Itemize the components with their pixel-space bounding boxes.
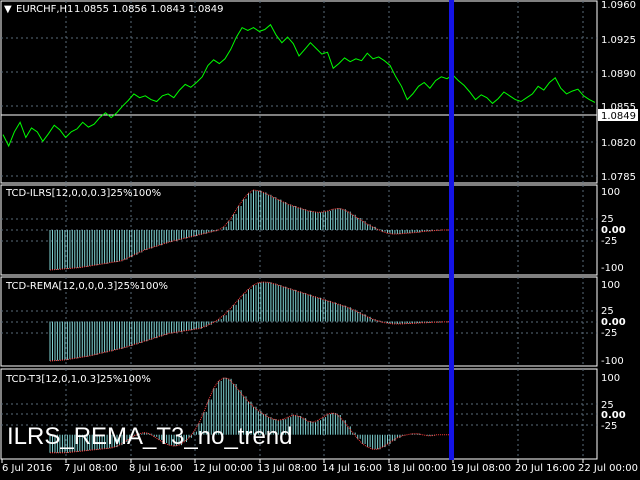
rema-tick: 25 — [601, 306, 614, 317]
time-tick: 14 Jul 16:00 — [322, 463, 382, 474]
terminal-chart-window[interactable]: ▼ EURCHF,H1 1.0855 1.0856 1.0843 1.0849 … — [0, 0, 640, 480]
symbol-timeframe: EURCHF,H1 — [16, 4, 73, 15]
ilrs-tick: 25 — [601, 214, 614, 225]
ohlc-values: 1.0855 1.0856 1.0843 1.0849 — [74, 4, 224, 15]
rema-tick: 100 — [601, 280, 620, 291]
ilrs-tick: 0.00 — [601, 225, 626, 236]
t3-axis: 100 25 0.00 -25 — [601, 373, 626, 432]
time-axis: 6 Jul 2016 7 Jul 08:00 8 Jul 16:00 12 Ju… — [2, 463, 638, 474]
t3-indicator-label: TCD-T3[12,0,1,0.3]25%100% — [5, 374, 151, 385]
price-tick: 1.0925 — [601, 35, 636, 46]
time-tick: 20 Jul 16:00 — [515, 463, 575, 474]
rema-tick: -100 — [601, 356, 624, 367]
rema-tick: 0.00 — [601, 317, 626, 328]
main-price-pane[interactable] — [0, 0, 598, 184]
current-price-label: 1.0849 — [601, 111, 636, 122]
time-tick: 22 Jul 00:00 — [578, 463, 638, 474]
price-tick: 1.0890 — [601, 69, 636, 80]
ilrs-tick: 100 — [601, 187, 620, 198]
rema-axis: 100 25 0.00 -25 -100 — [601, 280, 626, 367]
t3-tick: -25 — [601, 421, 617, 432]
ilrs-indicator-label: TCD-ILRS[12,0,0,0.3]25%100% — [5, 188, 161, 199]
time-tick: 6 Jul 2016 — [2, 463, 52, 474]
ilrs-tick: -100 — [601, 263, 624, 274]
ilrs-axis: 100 25 0.00 -25 -100 — [601, 187, 626, 274]
price-tick: 1.0820 — [601, 138, 636, 149]
vertical-cursor-line[interactable] — [449, 0, 454, 460]
time-tick: 13 Jul 08:00 — [257, 463, 317, 474]
rema-indicator-label: TCD-REMA[12,0,0,0.3]25%100% — [5, 281, 168, 292]
t3-tick: 0.00 — [601, 410, 626, 421]
time-tick: 12 Jul 00:00 — [193, 463, 253, 474]
t3-tick: 100 — [601, 373, 620, 384]
time-tick: 19 Jul 08:00 — [451, 463, 511, 474]
price-tick: 1.0785 — [601, 172, 636, 183]
rema-tick: -25 — [601, 328, 617, 339]
price-axis: 1.0960 1.0925 1.0890 1.0855 1.0820 1.078… — [601, 0, 636, 183]
ilrs-tick: -25 — [601, 236, 617, 247]
time-tick: 7 Jul 08:00 — [64, 463, 118, 474]
overlay-title: ILRS_REMA_T3_no_trend — [7, 423, 293, 450]
time-tick: 18 Jul 00:00 — [387, 463, 447, 474]
time-tick: 8 Jul 16:00 — [129, 463, 183, 474]
chart-menu-triangle-icon[interactable]: ▼ — [4, 4, 12, 15]
price-tick: 1.0960 — [601, 0, 636, 11]
